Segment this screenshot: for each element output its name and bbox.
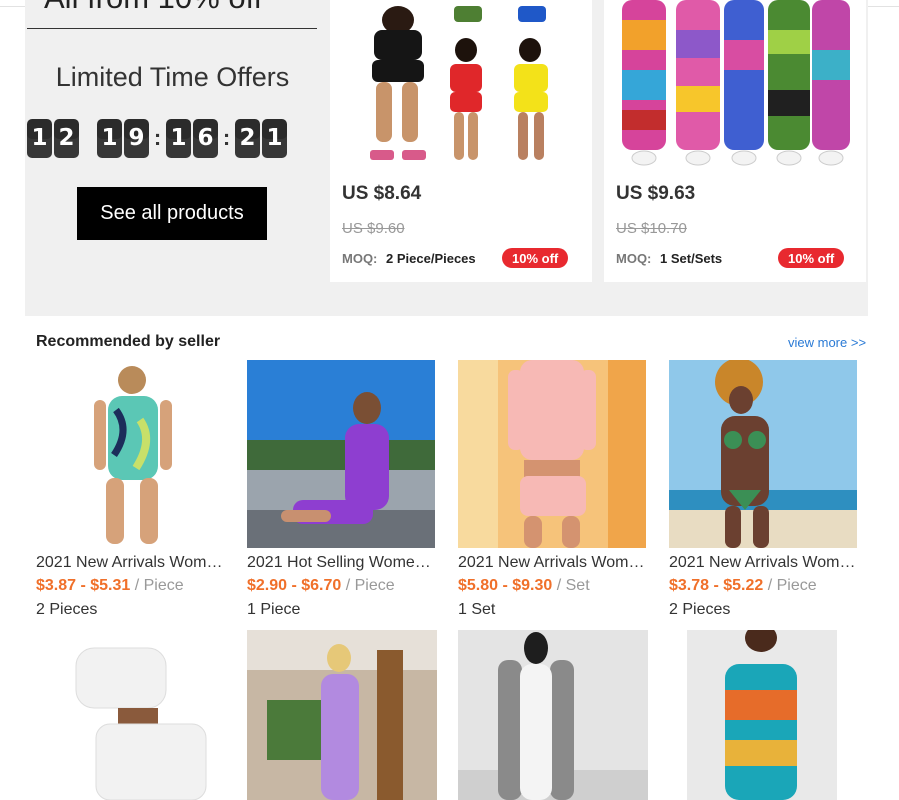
moq-label: MOQ: (616, 251, 652, 266)
deal-moq: MOQ: 2 Piece/Pieces (342, 251, 476, 266)
deal-image[interactable] (330, 0, 592, 176)
price-range: $3.87 - $5.31 (36, 577, 131, 594)
product-name[interactable]: 2021 Hot Selling Women Dress (247, 554, 435, 572)
moq-value: 1 Set/Sets (660, 251, 723, 266)
countdown-digit: 1 (97, 118, 122, 158)
product-moq: 1 Piece (247, 601, 301, 618)
countdown-digit: 1 (262, 118, 287, 158)
product-moq: 2 Pieces (36, 601, 98, 618)
countdown-digit: 2 (54, 118, 79, 158)
moq-value: 2 Piece/Pieces (386, 251, 476, 266)
countdown-colon: : (153, 125, 162, 150)
deal-image[interactable] (604, 0, 866, 176)
price-range: $3.78 - $5.22 (669, 577, 764, 594)
price-unit: / Piece (763, 577, 817, 594)
promo-divider (27, 28, 317, 29)
product-price: $3.87 - $5.31 / Piece (36, 577, 184, 595)
deal-card[interactable]: US $8.64 US $9.60 MOQ: 2 Piece/Pieces 10… (330, 0, 592, 282)
price-range: $2.90 - $6.70 (247, 577, 342, 594)
view-more-link[interactable]: view more >> (788, 335, 866, 350)
product-price: $5.80 - $9.30 / Set (458, 577, 590, 595)
deal-old-price: US $10.70 (616, 220, 687, 237)
countdown-digit: 2 (235, 118, 260, 158)
product-image[interactable] (458, 360, 646, 548)
countdown-digit: 6 (193, 118, 218, 158)
product-name[interactable]: 2021 New Arrivals Women Set (458, 554, 646, 572)
deal-price: US $9.63 (616, 183, 696, 204)
price-unit: / Set (552, 577, 590, 594)
product-price: $2.90 - $6.70 / Piece (247, 577, 395, 595)
product-name[interactable]: 2021 New Arrivals Women Bikini (669, 554, 857, 572)
product-image[interactable] (669, 630, 859, 800)
product-name[interactable]: 2021 New Arrivals Women Swimsuit (36, 554, 224, 572)
countdown-digit: 1 (27, 118, 52, 158)
countdown-timer: 1 2 1 9 : 1 6 : 2 1 (27, 118, 289, 158)
countdown-digit: 1 (166, 118, 191, 158)
moq-label: MOQ: (342, 251, 378, 266)
price-range: $5.80 - $9.30 (458, 577, 553, 594)
price-unit: / Piece (130, 577, 184, 594)
countdown-digit: 9 (124, 118, 149, 158)
discount-badge: 10% off (778, 248, 845, 268)
promo-title: Limited Time Offers (55, 62, 290, 92)
product-image[interactable] (36, 630, 226, 800)
product-image[interactable] (36, 360, 224, 548)
product-image[interactable] (247, 360, 435, 548)
deal-old-price: US $9.60 (342, 220, 405, 237)
product-moq: 1 Set (458, 601, 496, 618)
product-image[interactable] (247, 630, 437, 800)
deal-price: US $8.64 (342, 183, 422, 204)
product-price: $3.78 - $5.22 / Piece (669, 577, 817, 595)
deal-moq: MOQ: 1 Set/Sets (616, 251, 722, 266)
promo-cut-title: All from 10% off (44, 0, 300, 16)
product-moq: 2 Pieces (669, 601, 731, 618)
price-unit: / Piece (341, 577, 395, 594)
discount-badge: 10% off (502, 248, 569, 268)
product-image[interactable] (458, 630, 648, 800)
countdown-colon: : (222, 125, 231, 150)
recommended-title: Recommended by seller (36, 333, 221, 350)
see-all-products-button[interactable]: See all products (77, 187, 267, 240)
product-image[interactable] (669, 360, 857, 548)
deal-card[interactable]: US $9.63 US $10.70 MOQ: 1 Set/Sets 10% o… (604, 0, 866, 282)
